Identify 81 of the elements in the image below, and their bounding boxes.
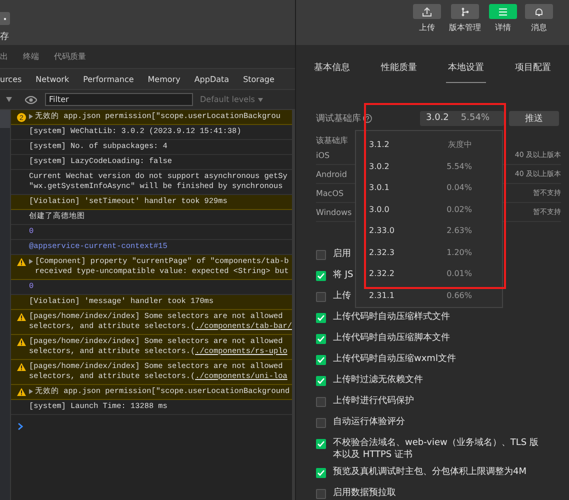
prompt-icon[interactable] (18, 423, 23, 430)
checkbox-label: 上传代码时自动压缩wxml文件 (333, 353, 456, 365)
warning-icon (17, 338, 26, 346)
devtools-tab[interactable]: urces (0, 74, 22, 84)
checkbox[interactable] (316, 313, 326, 323)
library-label: 调试基础库 (316, 112, 361, 124)
warning-icon (17, 258, 26, 266)
platform-name: MacOS (316, 188, 344, 198)
checkbox-label: 上传 (333, 290, 351, 302)
platform-name: Windows (316, 208, 352, 216)
expand-icon[interactable] (29, 114, 33, 119)
checkbox-label: 上传时过滤无依赖文件 (333, 374, 423, 386)
checkbox[interactable] (316, 439, 326, 449)
settings-tab[interactable]: 基本信息 (312, 52, 352, 82)
version-option[interactable]: 2.32.3 1.20% (356, 242, 502, 263)
version-option[interactable]: 3.0.0 0.02% (356, 198, 502, 220)
checkbox[interactable] (316, 468, 326, 478)
checkbox[interactable] (316, 334, 326, 344)
push-button[interactable]: 推送 (509, 110, 559, 126)
checkbox[interactable] (316, 418, 326, 428)
version-option[interactable]: 2.31.1 0.66% (356, 284, 502, 306)
panel-tab[interactable]: 代码质量 (54, 51, 86, 62)
devtools-tab[interactable]: Performance (83, 74, 134, 84)
settings-tab[interactable]: 性能质量 (379, 52, 419, 82)
expand-icon[interactable] (29, 389, 33, 394)
toolbar-button[interactable] (489, 4, 517, 19)
caret-icon[interactable] (258, 98, 263, 102)
checkbox-label: 将 JS (333, 269, 354, 281)
panel-tab[interactable]: 终端 (23, 51, 39, 62)
version-select[interactable]: 3.0.2 5.54% (420, 110, 504, 126)
toolbar-button[interactable] (525, 4, 553, 19)
toolbar-button[interactable] (451, 4, 479, 19)
platform-name: Android (316, 170, 347, 178)
help-icon[interactable] (363, 114, 372, 122)
toolbar-label: 上传 (419, 22, 435, 33)
version-option[interactable]: 3.0.2 5.54% (356, 156, 502, 177)
toolbar-button[interactable] (413, 4, 441, 19)
version-option[interactable]: 3.0.1 0.04% (356, 177, 502, 198)
toolbar-label: 详情 (495, 22, 511, 33)
checkbox-label: 上传代码时自动压缩样式文件 (333, 311, 450, 323)
caret-icon[interactable] (6, 97, 12, 102)
devtools-tab[interactable]: Storage (243, 74, 274, 84)
checkbox[interactable] (316, 397, 326, 407)
checkbox-label: 不校验合法域名、web-view（业务域名）、TLS 版本以及 HTTPS 证书 (333, 437, 540, 461)
expand-icon[interactable] (29, 259, 33, 264)
version-option[interactable]: 2.33.0 2.63% (356, 220, 502, 242)
upload-icon (422, 6, 432, 16)
settings-tab[interactable]: 项目配置 (513, 52, 553, 82)
menu-icon (498, 6, 508, 16)
checkbox-label: 启用数据预拉取 (333, 487, 396, 499)
warning-icon (17, 363, 26, 371)
branch-icon (460, 6, 470, 16)
checkbox-label: 自动运行体验评分 (333, 416, 405, 428)
devtools-tab[interactable]: Memory (148, 74, 180, 84)
checkbox[interactable] (316, 355, 326, 365)
devtools-tab[interactable]: Network (36, 74, 70, 84)
toolbar-label: 版本管理 (449, 22, 481, 33)
checkbox-label: 预览及真机调试时主包、分包体积上限调整为4M (333, 466, 526, 478)
checkbox[interactable] (316, 376, 326, 386)
version-option[interactable]: 3.1.2 灰度中 (356, 134, 502, 156)
bell-icon (534, 6, 544, 16)
button-label: 存 (0, 30, 9, 43)
checkbox[interactable] (316, 271, 326, 281)
save-button[interactable] (0, 12, 10, 25)
platform-name: iOS (316, 150, 330, 160)
panel-tab[interactable]: 出 (0, 51, 8, 62)
checkbox[interactable] (316, 489, 326, 499)
settings-tab[interactable]: 本地设置 (446, 52, 486, 82)
warning-icon (17, 313, 26, 321)
checkbox-label: 上传时进行代码保护 (333, 395, 414, 407)
checkbox[interactable] (316, 250, 326, 260)
warning-icon (17, 388, 26, 396)
library-note: 该基础库 (316, 135, 348, 146)
filter-field[interactable]: Filter (45, 93, 193, 106)
checkbox-label: 启用 (333, 248, 351, 260)
version-option[interactable]: 2.32.2 0.01% (356, 263, 502, 284)
checkbox[interactable] (316, 292, 326, 302)
devtools-tab[interactable]: AppData (194, 74, 230, 84)
eye-icon[interactable] (25, 96, 37, 104)
checkbox-label: 上传代码时自动压缩脚本文件 (333, 332, 450, 344)
toolbar-label: 消息 (531, 22, 547, 33)
